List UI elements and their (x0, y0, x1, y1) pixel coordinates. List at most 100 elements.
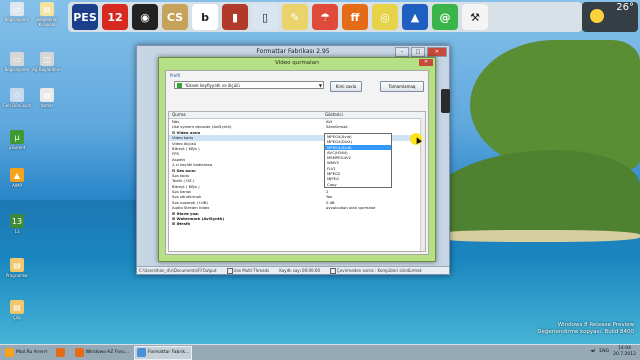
mouse-cursor-icon (410, 133, 422, 145)
top-dock: PES 12 ◉ CS b ▮ ▯ ✎ ☂ ff ◎ ▲ @ ⚒ (68, 2, 582, 32)
utorrent-icon: µ (10, 130, 24, 144)
network-icon: ◫ (40, 52, 54, 66)
chrome-icon[interactable]: ◎ (372, 4, 398, 30)
volume-icon[interactable]: ◄) (590, 349, 595, 354)
clock-date: 20.7.2012 (613, 351, 636, 357)
watermark-line2: Değerlendirme kopyası. Build 8400 (537, 329, 634, 335)
ok-button[interactable]: Tamamlamaq (380, 81, 424, 92)
format-factory-icon (136, 348, 146, 357)
desktop-icon[interactable]: ▤ Çöp (2, 300, 32, 320)
video-settings-dialog: Video qurmaları ✕ Profil Yüksek keyfiyyə… (158, 57, 436, 262)
desktop-icon[interactable]: ▭ Bilgisayarım (2, 52, 32, 72)
output-path[interactable]: C:\Users\han_d\s\Documents\FFOutput (139, 267, 217, 274)
channel-12-icon[interactable]: 12 (102, 4, 128, 30)
table-header: Qurma Göstərici (169, 112, 425, 119)
navigator-icon[interactable]: ▲ (402, 4, 428, 30)
desktop-icon-label: Geri Dönüşüm (2, 103, 32, 108)
desktop-icon[interactable]: ♲ Geri Dönüşüm (2, 88, 32, 108)
aimp-icon: ▲ (10, 168, 24, 182)
desktop-icon-label: Programlar (5, 273, 29, 278)
folder-icon: ▤ (10, 300, 24, 314)
profile-select[interactable]: Yüksek keyfiyyətli və ölçülü ▼ (174, 81, 324, 89)
video-codec-dropdown[interactable]: MPEG4(Xvid) MPEG4(DivX) MPEG4(Xvid) AVC(H26… (324, 133, 392, 188)
status-bar: C:\Users\han_d\s\Documents\FFOutput Use … (137, 266, 449, 274)
taskbar-items: Mail.Ru Агент Windows-AZ Foru... Formattar… (0, 345, 193, 360)
taskbar-item[interactable]: Mail.Ru Агент (2, 346, 51, 360)
recycle-bin-icon: ♲ (10, 88, 24, 102)
umbrella-icon[interactable]: ☂ (312, 4, 338, 30)
desktop-icon[interactable]: 13 13 (2, 214, 32, 234)
pes-icon[interactable]: PES (72, 4, 98, 30)
firefox-icon (55, 348, 65, 357)
desktop-icon[interactable]: µ µTorrent (2, 130, 32, 150)
windows-watermark: Windows 8 Release Preview Değerlendirme … (537, 322, 634, 336)
system-tray: ◄) ENG 14:04 20.7.2012 (590, 346, 636, 357)
taskbar-item-label: Windows-AZ Foru... (85, 350, 129, 355)
language-indicator[interactable]: ENG (599, 349, 609, 354)
profile-icon (177, 83, 182, 88)
mailru-agent-icon (5, 348, 14, 357)
row-setting: Ətraflı (169, 221, 324, 226)
desktop-icon[interactable]: ▲ AIMP (2, 168, 32, 188)
sun-icon (590, 9, 604, 23)
dialog-close-button[interactable]: ✕ (419, 59, 433, 66)
desktop-icon-label: AIMP (12, 183, 22, 188)
side-widget[interactable] (441, 89, 450, 113)
minimize-button[interactable]: – (395, 47, 409, 57)
trash-icon[interactable]: ▯ (252, 4, 278, 30)
table-row[interactable]: Ətraflı (169, 221, 425, 226)
counter-strike-icon[interactable]: CS (162, 4, 188, 30)
taskbar: Mail.Ru Агент Windows-AZ Foru... Formattar… (0, 344, 640, 360)
after-convert-checkbox[interactable]: Çevirmeden sonra : Kompüteri söndürmək (330, 267, 422, 274)
taskbar-item[interactable]: Formattar Fabrik... (133, 345, 193, 360)
profile-value: Yüksek keyfiyyətli və ölçülü (185, 83, 240, 88)
save-as-button[interactable]: Kimi saxla (330, 81, 362, 92)
desktop-icon-label: 13 (14, 229, 20, 234)
row-value (324, 221, 425, 226)
clock[interactable]: 14:04 20.7.2012 (613, 346, 636, 357)
desktop-icon-label: Çöp (13, 315, 21, 320)
taskbar-item-label: Mail.Ru Агент (16, 350, 48, 355)
computer-icon: ▭ (10, 2, 24, 16)
folder-icon: ▤ (10, 258, 24, 272)
desktop-icon[interactable]: ▤ Notlar (32, 88, 62, 108)
taskbar-item[interactable]: Windows-AZ Foru... (72, 346, 132, 360)
game-figure-icon[interactable]: ▮ (222, 4, 248, 30)
weather-widget[interactable]: 26° (582, 2, 638, 32)
tools-icon[interactable]: ⚒ (462, 4, 488, 30)
desktop-icon-label: Notlar (40, 103, 54, 108)
weather-temp: 26° (616, 2, 634, 13)
clean-tool-icon[interactable]: ✎ (282, 4, 308, 30)
watermark-line1: Windows 8 Release Preview (557, 322, 634, 328)
dropdown-option[interactable]: Copy (325, 182, 391, 187)
close-button[interactable]: ✕ (427, 47, 447, 57)
desktop-icon-label: Belgelerim Kısayolu (36, 17, 58, 27)
desktop-icon-label: µTorrent (8, 145, 26, 150)
column-header-setting[interactable]: Qurma (169, 112, 322, 118)
taskbar-item[interactable] (53, 346, 70, 360)
column-header-value[interactable]: Göstərici (322, 112, 343, 118)
desktop-icon[interactable]: ▭ Bilgisayarım (2, 2, 32, 22)
chevron-down-icon: ▼ (318, 83, 322, 88)
game-icon: 13 (10, 214, 24, 228)
computer-icon: ▭ (10, 52, 24, 66)
mail-icon[interactable]: @ (432, 4, 458, 30)
profile-label: Profil (170, 73, 180, 78)
maximize-button[interactable]: □ (411, 47, 425, 57)
multithread-checkbox[interactable]: Use Multi-Threads (227, 267, 270, 274)
desktop-icon[interactable]: ▤ Programlar (2, 258, 32, 278)
beach (430, 230, 640, 242)
b-app-icon[interactable]: b (192, 4, 218, 30)
island-right (430, 150, 640, 240)
firefox-icon[interactable]: ff (342, 4, 368, 30)
dialog-title: Video qurmaları (275, 60, 319, 66)
camera-icon[interactable]: ◉ (132, 4, 158, 30)
desktop-icon[interactable]: ◫ Ağ Bağlantıları (32, 52, 62, 72)
desktop-icon-label: Bilgisayarım (4, 17, 30, 22)
document-icon: ▤ (40, 88, 54, 102)
elapsed-time: Kayıtlı sayı 00:00:00 (279, 268, 320, 273)
taskbar-item-label: Formattar Fabrik... (147, 350, 190, 355)
firefox-icon (74, 348, 84, 357)
desktop-icon[interactable]: ▤ Belgelerim Kısayolu (32, 2, 62, 27)
desktop-icon-label: Ağ Bağlantıları (32, 67, 62, 72)
